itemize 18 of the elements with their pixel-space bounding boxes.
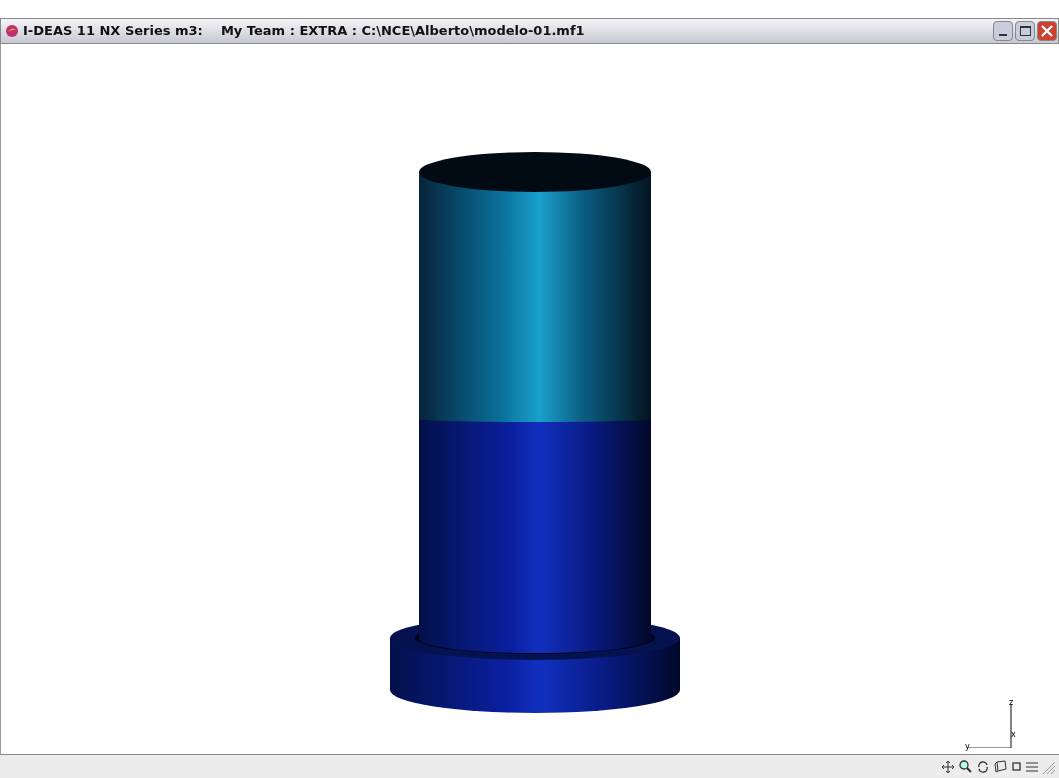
maximize-button[interactable]: [1015, 21, 1035, 41]
maximize-icon: [1019, 26, 1031, 36]
rotate-icon[interactable]: [977, 760, 989, 773]
close-icon: [1041, 25, 1053, 37]
axis-label: x: [1011, 731, 1016, 739]
axis-label: z: [1009, 699, 1014, 707]
resize-grip-icon[interactable]: [1043, 759, 1055, 774]
window-title: I-DEAS 11 NX Series m3: My Team : EXTRA : C:\NCE\Alberto\modelo-01.mf1: [23, 22, 585, 41]
view-cube-icon[interactable]: [994, 760, 1007, 773]
close-button[interactable]: [1037, 21, 1057, 41]
pan-icon[interactable]: [942, 760, 954, 773]
app-icon: [5, 24, 19, 38]
lines-icon[interactable]: [1026, 760, 1038, 773]
minimize-icon: [999, 34, 1007, 36]
axis-label: y: [965, 743, 970, 751]
minimize-button[interactable]: [993, 21, 1013, 41]
zoom-icon[interactable]: [959, 760, 972, 773]
square-icon[interactable]: [1012, 762, 1021, 771]
